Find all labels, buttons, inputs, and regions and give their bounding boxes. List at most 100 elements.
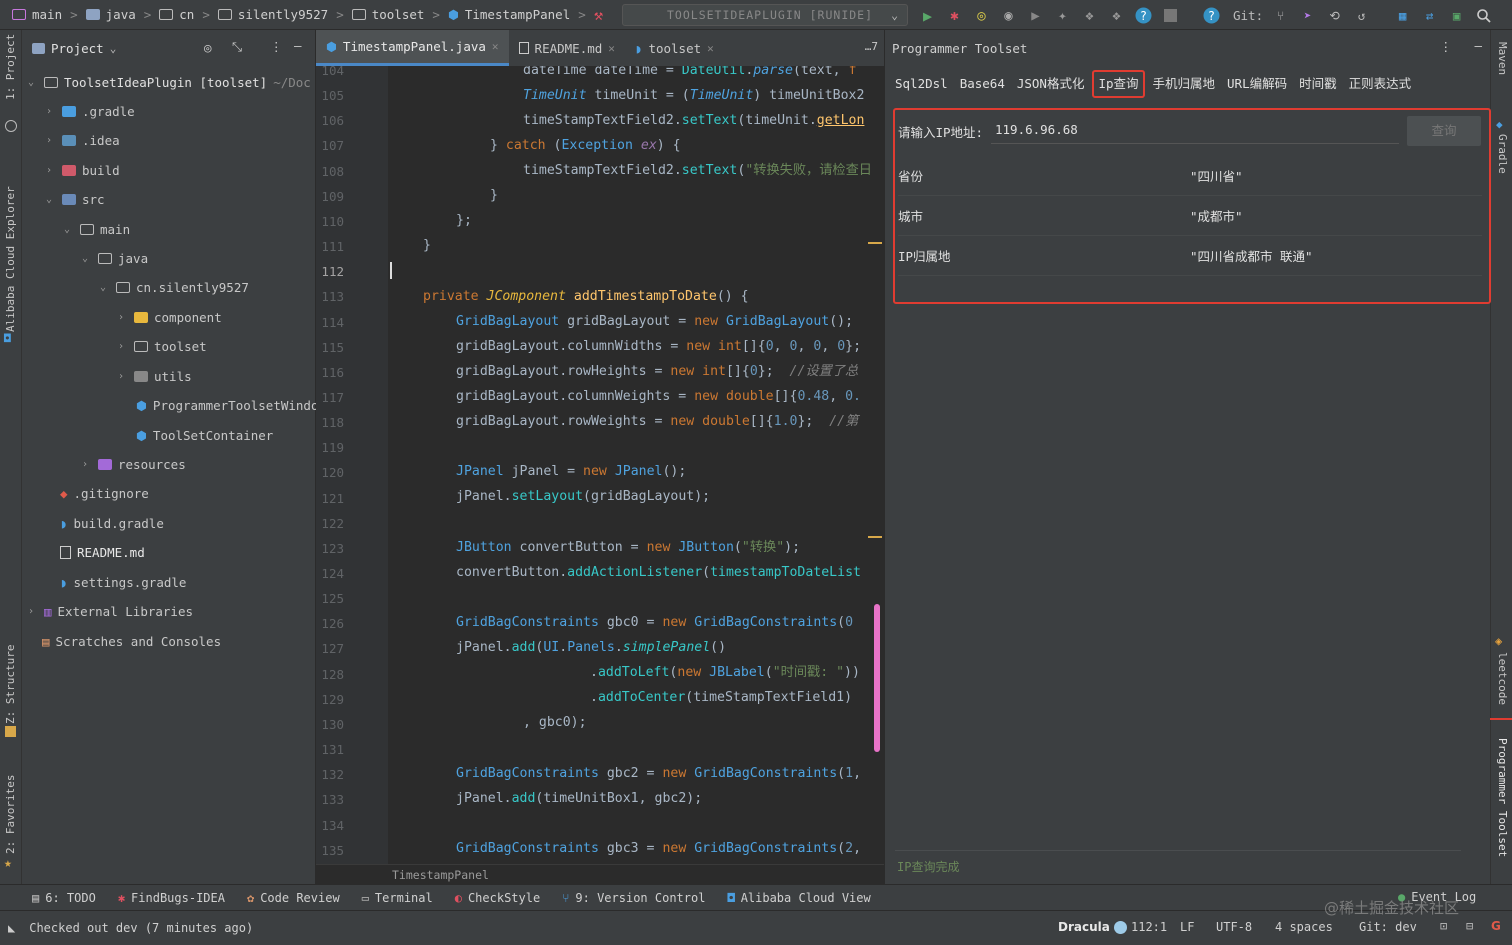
tab-timestamp[interactable]: 时间戳 xyxy=(1293,70,1343,98)
tab-toolset[interactable]: ◗ toolset ✕ xyxy=(625,30,724,66)
tree-item-scratches[interactable]: ▤ Scratches and Consoles xyxy=(42,630,221,652)
tool-window-maven[interactable]: Maven xyxy=(1496,42,1509,75)
tree-item-build-gradle[interactable]: ◗ build.gradle xyxy=(60,512,164,534)
line-separator[interactable]: LF xyxy=(1180,920,1194,934)
tree-item-build-dir[interactable]: › build xyxy=(46,159,120,181)
gradle-debug-icon[interactable]: ❖ xyxy=(1107,6,1126,25)
breadcrumb-toolset[interactable]: toolset xyxy=(372,7,425,22)
tab-base64[interactable]: Base64 xyxy=(954,70,1011,98)
breadcrumb-silently9527[interactable]: silently9527 xyxy=(238,7,328,22)
status-message[interactable]: Checked out dev (7 minutes ago) xyxy=(29,921,253,935)
git-history-icon[interactable]: ⟲ xyxy=(1325,6,1344,25)
tree-item-idea-dir[interactable]: › .idea xyxy=(46,129,120,151)
google-icon[interactable]: G xyxy=(1491,919,1501,933)
stop-icon[interactable] xyxy=(1161,6,1180,25)
query-button[interactable]: 查询 xyxy=(1407,116,1481,146)
options-icon[interactable]: ⋮ xyxy=(1440,39,1453,54)
tree-item-java-dir[interactable]: ⌄ java xyxy=(82,247,148,269)
indent-setting[interactable]: 4 spaces xyxy=(1275,920,1333,934)
gradle-run-icon[interactable]: ❖ xyxy=(1080,6,1099,25)
tool-window-structure[interactable]: Z: Structure xyxy=(4,634,17,724)
tab-phone-location[interactable]: 手机归属地 xyxy=(1147,70,1222,98)
tool-terminal[interactable]: ▭ Terminal xyxy=(362,891,433,905)
close-icon[interactable]: ✕ xyxy=(608,42,615,55)
tab-timestamppanel[interactable]: ⬢ TimestampPanel.java ✕ xyxy=(316,30,509,66)
tab-url-codec[interactable]: URL编解码 xyxy=(1221,70,1293,98)
theme-indicator[interactable]: Dracula xyxy=(1058,920,1127,934)
options-icon[interactable]: ⋮ xyxy=(270,39,283,54)
translate-icon[interactable]: ⇄ xyxy=(1420,6,1439,25)
tree-item-gradle-dir[interactable]: › .gradle xyxy=(46,100,135,122)
file-encoding[interactable]: UTF-8 xyxy=(1216,920,1252,934)
git-update-icon[interactable]: ⑂ xyxy=(1271,6,1290,25)
search-icon[interactable] xyxy=(1474,6,1493,25)
locate-icon[interactable]: ◎ xyxy=(204,40,212,55)
build-hammer-icon[interactable]: ⚒ xyxy=(594,6,603,24)
run-configuration-select[interactable]: TOOLSETIDEAPLUGIN [RUNIDE] ⌄ xyxy=(622,4,908,26)
tree-item-readme[interactable]: README.md xyxy=(60,541,145,563)
breadcrumb-cn[interactable]: cn xyxy=(179,7,194,22)
debug-icon[interactable]: ✱ xyxy=(945,6,964,25)
more-tabs-button[interactable]: …7 xyxy=(865,40,878,53)
tool-alibaba-cloud-view[interactable]: ◘ Alibaba Cloud View xyxy=(727,891,870,905)
tool-findbugs[interactable]: ✱ FindBugs-IDEA xyxy=(118,891,225,905)
lock-icon[interactable]: ⊡ xyxy=(1440,919,1447,933)
tab-regex[interactable]: 正则表达式 xyxy=(1343,70,1418,98)
tool-window-gradle[interactable]: Gradle xyxy=(1496,134,1509,174)
tool-window-leetcode[interactable]: leetcode xyxy=(1496,652,1509,705)
tree-item-root[interactable]: ⌄ ToolsetIdeaPlugin [toolset] ~/Doc xyxy=(28,71,311,93)
tree-item-resources[interactable]: › resources xyxy=(82,453,186,475)
project-structure-icon[interactable]: ▦ xyxy=(1393,6,1412,25)
git-branch[interactable]: Git: dev xyxy=(1359,920,1417,934)
run-icon[interactable]: ▶ xyxy=(918,6,937,25)
help-icon[interactable]: ? xyxy=(1134,6,1153,25)
project-panel-title[interactable]: Project xyxy=(51,41,104,56)
tree-item-external-libraries[interactable]: › ▥ External Libraries xyxy=(28,600,193,622)
tree-item-utils[interactable]: › utils xyxy=(118,365,192,387)
hide-icon[interactable]: — xyxy=(294,38,302,53)
tool-version-control[interactable]: ⑂ 9: Version Control xyxy=(562,891,705,905)
tool-code-review[interactable]: ✿ Code Review xyxy=(247,891,340,905)
close-icon[interactable]: ✕ xyxy=(492,40,499,53)
tool-window-alibaba-explorer[interactable]: Alibaba Cloud Explorer xyxy=(4,162,17,332)
tab-readme[interactable]: README.md ✕ xyxy=(509,30,625,66)
tool-window-favorites[interactable]: 2: Favorites xyxy=(4,766,17,854)
tool-todo[interactable]: ▤ 6: TODO xyxy=(32,891,96,905)
breadcrumb-timestamppanel[interactable]: TimestampPanel xyxy=(465,7,570,22)
collapse-all-icon[interactable]: ⤡ xyxy=(232,39,242,55)
caret-position[interactable]: 112:1 xyxy=(1131,920,1167,934)
inspector-icon[interactable]: ⊟ xyxy=(1466,919,1473,933)
hide-icon[interactable]: — xyxy=(1474,38,1482,53)
tree-item-gitignore[interactable]: ◆ .gitignore xyxy=(60,482,149,504)
tree-item-component[interactable]: › component xyxy=(118,306,222,328)
tab-ip-query[interactable]: Ip查询 xyxy=(1092,70,1145,98)
tree-item-main-dir[interactable]: ⌄ main xyxy=(64,218,130,240)
coverage-icon[interactable]: ◎ xyxy=(972,6,991,25)
close-icon[interactable]: ✕ xyxy=(707,42,714,55)
breadcrumb-main[interactable]: main xyxy=(32,7,62,22)
tree-item-package[interactable]: ⌄ cn.silently9527 xyxy=(100,276,249,298)
git-push-icon[interactable]: ➤ xyxy=(1298,6,1317,25)
tree-item-settings-gradle[interactable]: ◗ settings.gradle xyxy=(60,571,186,593)
git-rollback-icon[interactable]: ↺ xyxy=(1352,6,1371,25)
plugin-icon[interactable]: ✦ xyxy=(1053,6,1072,25)
tree-item-toolset-window[interactable]: ⬢ ProgrammerToolsetWindo xyxy=(136,394,319,416)
tree-item-toolset-container[interactable]: ⬢ ToolSetContainer xyxy=(136,424,273,446)
ip-input[interactable]: 119.6.96.68 xyxy=(991,116,1399,144)
tree-item-toolset[interactable]: › toolset xyxy=(118,335,207,357)
tool-window-project[interactable]: 1: Project xyxy=(4,34,17,100)
search-help-icon[interactable]: ? xyxy=(1202,6,1221,25)
profile-icon[interactable]: ◉ xyxy=(999,6,1018,25)
tab-sql2dsl[interactable]: Sql2Dsl xyxy=(889,70,954,98)
tree-item-src-dir[interactable]: ⌄ src xyxy=(46,188,105,210)
tab-json-format[interactable]: JSON格式化 xyxy=(1011,70,1091,98)
terminal-icon[interactable]: ▣ xyxy=(1447,6,1466,25)
breadcrumb-java[interactable]: java xyxy=(106,7,136,22)
tool-checkstyle[interactable]: ◐ CheckStyle xyxy=(455,891,540,905)
editor-breadcrumb[interactable]: TimestampPanel xyxy=(316,864,884,884)
tool-window-programmer-toolset[interactable]: Programmer Toolset xyxy=(1496,738,1509,857)
editor-scrollbar[interactable] xyxy=(874,604,880,752)
chevron-down-icon[interactable]: ⌄ xyxy=(110,42,117,55)
code-editor[interactable]: dateTime dateTime = DateUtil.parse(text,… xyxy=(388,66,884,864)
run-grey-icon[interactable]: ▶ xyxy=(1026,6,1045,25)
